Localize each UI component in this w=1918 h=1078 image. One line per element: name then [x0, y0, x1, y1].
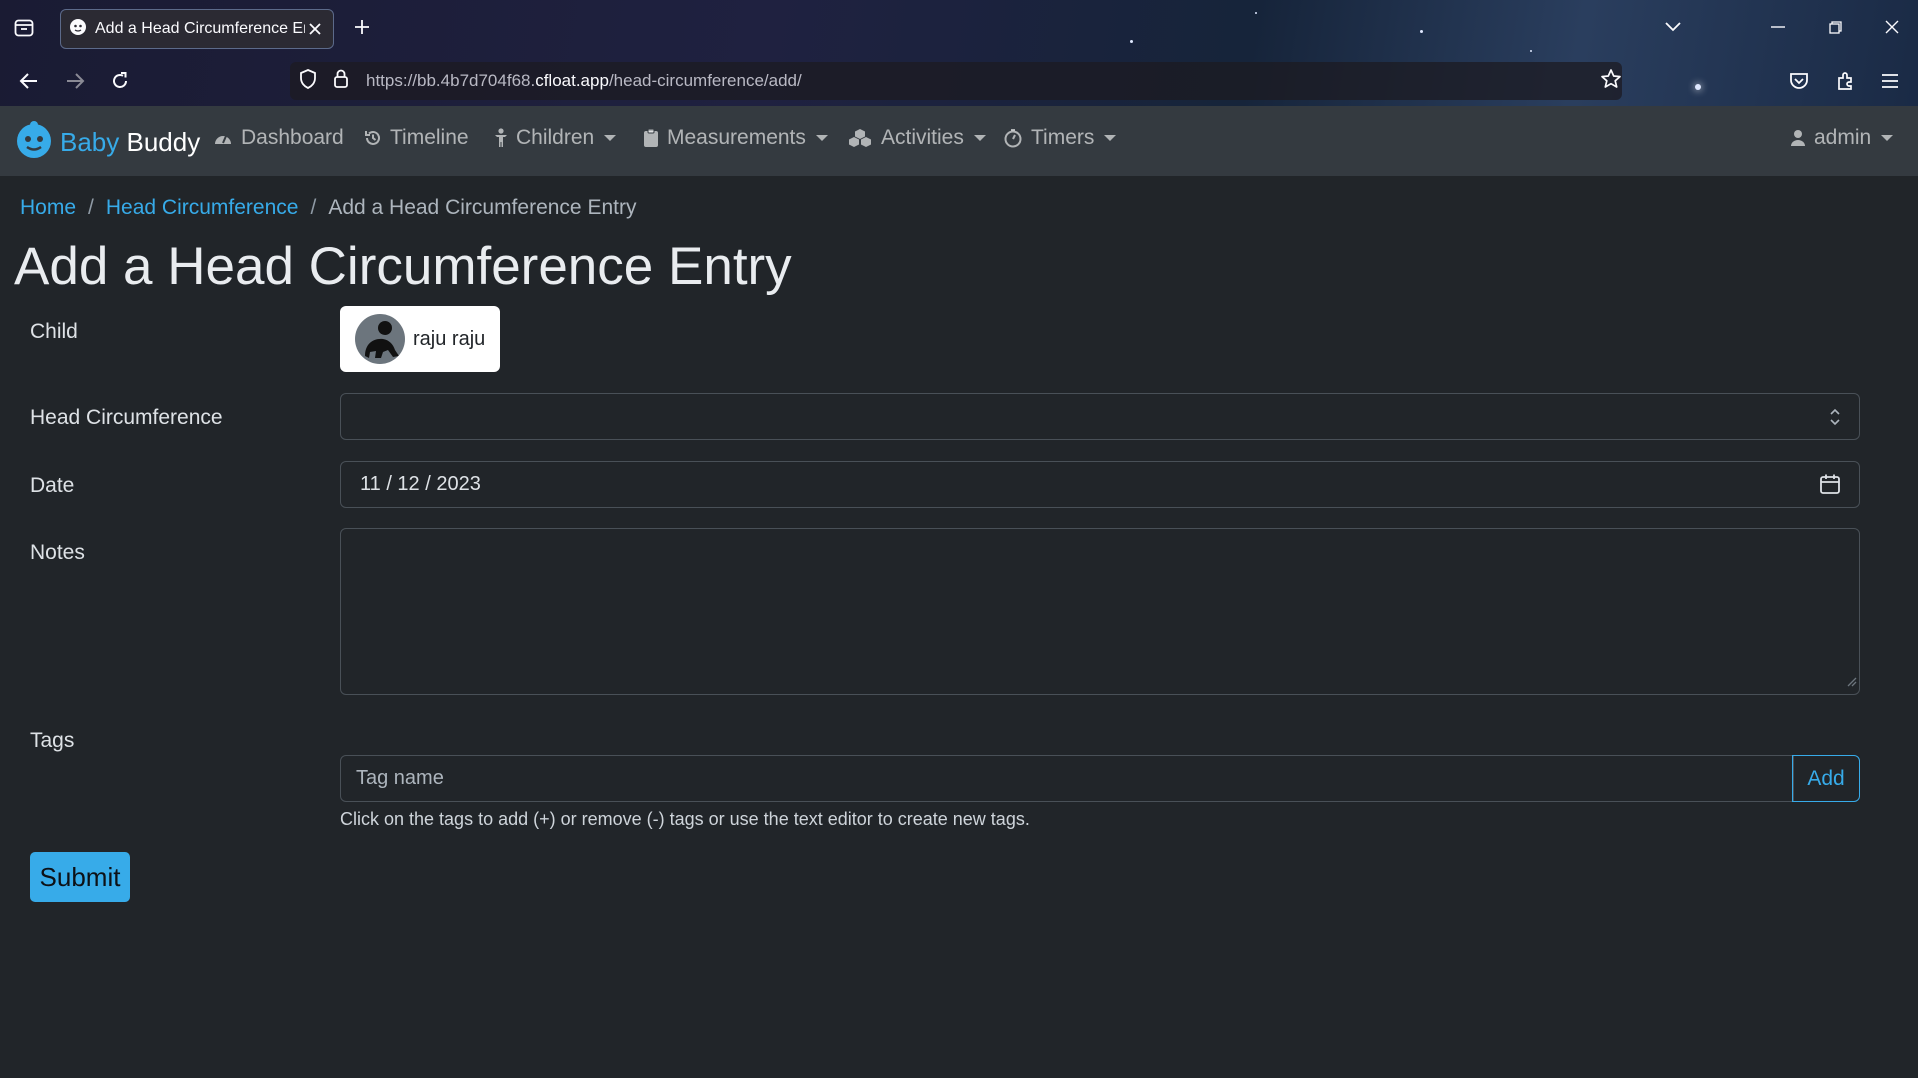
tags-help-text: Click on the tags to add (+) or remove (… [340, 809, 1030, 829]
user-icon [1790, 129, 1806, 147]
child-label: Child [30, 320, 78, 343]
bookmark-star-icon[interactable] [1600, 68, 1622, 95]
nav-children-dropdown[interactable]: Children [494, 126, 617, 150]
browser-toolbar: https://bb.4b7d704f68.cfloat.app/head-ci… [0, 56, 1918, 106]
head-circumference-input[interactable] [340, 393, 1860, 440]
tab-title: Add a Head Circumference Entry [95, 20, 305, 37]
date-input[interactable]: 11 / 12 / 2023 [340, 461, 1860, 508]
breadcrumb-head-circumference-link[interactable]: Head Circumference [106, 196, 299, 220]
back-icon[interactable] [14, 66, 44, 96]
number-spinner-icon[interactable] [1829, 407, 1841, 432]
notes-label: Notes [30, 541, 85, 564]
tag-name-placeholder: Tag name [356, 767, 444, 789]
breadcrumb-home-link[interactable]: Home [20, 196, 76, 220]
child-icon [494, 128, 508, 148]
close-tab-icon[interactable] [305, 19, 325, 39]
brand-buddy-text: Buddy [126, 127, 201, 157]
notes-textarea[interactable] [340, 528, 1860, 695]
new-tab-icon[interactable] [348, 13, 376, 41]
nav-timeline-label: Timeline [390, 126, 469, 149]
browser-tab-active[interactable]: Add a Head Circumference Entry [60, 9, 334, 49]
nav-activities-label: Activities [881, 126, 964, 149]
lock-icon[interactable] [332, 68, 350, 95]
chevron-down-icon [1881, 135, 1894, 141]
url-text[interactable]: https://bb.4b7d704f68.cfloat.app/head-ci… [366, 71, 802, 91]
address-bar[interactable]: https://bb.4b7d704f68.cfloat.app/head-ci… [290, 62, 1622, 100]
nav-children-label: Children [516, 126, 595, 149]
nav-activities-dropdown[interactable]: Activities [847, 126, 986, 150]
breadcrumb-separator: / [88, 196, 94, 219]
restore-icon[interactable] [1820, 12, 1850, 42]
tags-label: Tags [30, 729, 75, 752]
close-window-icon[interactable] [1877, 12, 1907, 42]
brand-link[interactable]: Baby Buddy [14, 120, 200, 165]
nav-measurements-dropdown[interactable]: Measurements [643, 126, 828, 150]
list-all-tabs-icon[interactable] [1658, 12, 1688, 42]
child-select-button[interactable]: raju raju [340, 306, 500, 372]
date-value: 11 / 12 / 2023 [360, 473, 481, 495]
tab-list-icon[interactable] [10, 14, 38, 42]
cubes-icon [847, 128, 873, 148]
chevron-down-icon [815, 135, 828, 141]
baby-buddy-logo-icon [14, 120, 54, 165]
chevron-down-icon [604, 135, 617, 141]
nav-user-label: admin [1814, 126, 1872, 149]
baby-crawling-icon [365, 321, 399, 358]
tag-name-input[interactable]: Tag name [340, 755, 1794, 802]
chevron-down-icon [1104, 135, 1117, 141]
app-navbar: Baby Buddy Dashboard Timeline Children M… [0, 106, 1918, 176]
reload-icon[interactable] [105, 66, 135, 96]
tab-strip: Add a Head Circumference Entry [0, 0, 1918, 56]
clipboard-icon [643, 128, 659, 148]
brand-baby-text: Baby [60, 127, 120, 157]
browser-chrome: Add a Head Circumference Entry [0, 0, 1918, 106]
breadcrumb-separator: / [310, 196, 317, 219]
baby-buddy-favicon-icon [69, 18, 87, 41]
add-tag-button[interactable]: Add [1792, 755, 1860, 802]
breadcrumb-current: Add a Head Circumference Entry [328, 196, 637, 219]
breadcrumb: Home / Head Circumference / Add a Head C… [20, 196, 636, 220]
child-avatar [355, 314, 405, 364]
dashboard-gauge-icon [213, 129, 233, 147]
head-circumference-label: Head Circumference [30, 406, 223, 429]
menu-hamburger-icon[interactable] [1875, 66, 1905, 96]
resize-handle-icon[interactable] [1845, 674, 1857, 692]
nav-measurements-label: Measurements [667, 126, 806, 149]
pocket-icon[interactable] [1784, 66, 1814, 96]
submit-button[interactable]: Submit [30, 852, 130, 902]
nav-timers-dropdown[interactable]: Timers [1003, 126, 1117, 150]
minimize-icon[interactable] [1763, 12, 1793, 42]
stopwatch-icon [1003, 128, 1023, 148]
chevron-down-icon [973, 135, 986, 141]
nav-timers-label: Timers [1031, 126, 1095, 149]
page-title: Add a Head Circumference Entry [14, 237, 792, 296]
calendar-icon[interactable] [1819, 473, 1841, 500]
nav-user-dropdown[interactable]: admin [1790, 126, 1894, 150]
tracking-protection-shield-icon[interactable] [298, 68, 318, 95]
history-icon [364, 129, 382, 147]
child-name: raju raju [413, 327, 486, 350]
nav-dashboard-label: Dashboard [241, 126, 344, 149]
nav-dashboard[interactable]: Dashboard [213, 126, 344, 150]
extensions-icon[interactable] [1830, 66, 1860, 96]
date-label: Date [30, 474, 75, 497]
forward-icon[interactable] [60, 66, 90, 96]
nav-timeline[interactable]: Timeline [364, 126, 469, 150]
